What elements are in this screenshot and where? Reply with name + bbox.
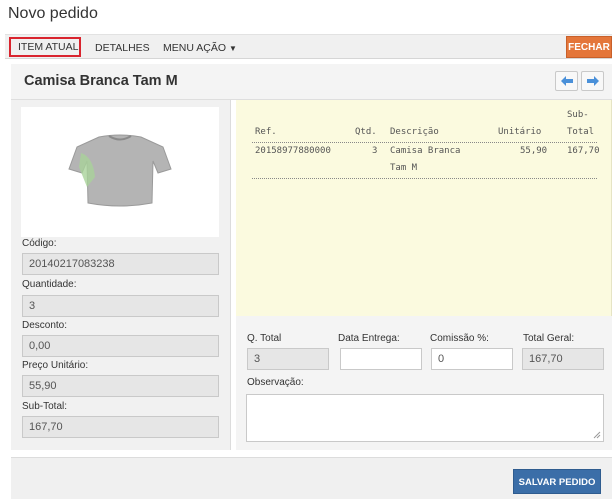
comissao-label: Comissão %: [430,333,489,344]
product-title: Camisa Branca Tam M [24,73,178,89]
codigo-label: Código: [22,238,57,249]
row-subtotal: 167,70 [567,146,600,156]
preco-unitario-label: Preço Unitário: [22,360,89,371]
row-descricao-line2: Tam M [390,163,418,173]
row-unitario: 55,90 [520,146,548,156]
totals-area: Q. Total 3 Data Entrega: Comissão %: 0 T… [236,316,612,450]
tab-detalhes[interactable]: DETALHES [95,38,150,58]
tab-menu-acao[interactable]: MENU AÇÃO ▼ [163,38,237,58]
footer-bar: SALVAR PEDIDO [11,457,612,499]
item-details-panel: Código: 20140217083238 Quantidade: 3 Des… [11,100,231,450]
codigo-field: 20140217083238 [22,253,219,275]
observacao-label: Observação: [247,377,304,388]
subtotal-field: 167,70 [22,416,219,438]
header-unitario: Unitário [498,127,542,137]
data-entrega-field[interactable] [340,348,422,370]
row-qtd: 3 [372,146,378,156]
header-divider [252,142,597,143]
header-descricao: Descrição [390,127,439,137]
qtotal-label: Q. Total [247,333,282,344]
preco-unitario-field[interactable]: 55,90 [22,375,219,397]
comissao-field[interactable]: 0 [431,348,513,370]
toolbar: ITEM ATUAL DETALHES MENU AÇÃO ▼ FECHAR [5,34,612,59]
row-descricao-line1: Camisa Branca [390,146,461,156]
header-qtd: Qtd. [355,127,377,137]
total-geral-field: 167,70 [522,348,604,370]
order-panel: Sub- Ref. Qtd. Descrição Unitário Total … [236,100,612,450]
arrow-right-icon [586,76,599,86]
tab-menu-acao-label: MENU AÇÃO [163,42,227,54]
desconto-field[interactable]: 0,00 [22,335,219,357]
fechar-button[interactable]: FECHAR [566,36,612,58]
arrow-left-icon [560,76,573,86]
total-geral-label: Total Geral: [523,333,575,344]
product-image [21,107,219,237]
row-divider [252,178,597,179]
t-shirt-image [68,134,172,207]
product-header: Camisa Branca Tam M [11,64,612,100]
desconto-label: Desconto: [22,320,68,331]
observacao-textarea[interactable] [246,394,604,442]
page-title: Novo pedido [8,5,98,22]
previous-item-button[interactable] [555,71,578,91]
subtotal-label: Sub-Total: [22,401,68,412]
qtotal-field: 3 [247,348,329,370]
resize-handle-icon[interactable] [593,431,601,439]
header-subtotal-line2: Total [567,127,595,137]
header-subtotal-line1: Sub- [567,110,589,120]
row-ref: 20158977880000 [255,146,331,156]
quantidade-label: Quantidade: [22,279,77,290]
data-entrega-label: Data Entrega: [338,333,400,344]
next-item-button[interactable] [581,71,604,91]
caret-down-icon: ▼ [229,44,237,53]
salvar-pedido-button[interactable]: SALVAR PEDIDO [513,469,601,494]
items-area: Sub- Ref. Qtd. Descrição Unitário Total … [236,100,612,316]
quantidade-field[interactable]: 3 [22,295,219,317]
header-ref: Ref. [255,127,277,137]
tab-item-atual[interactable]: ITEM ATUAL [9,37,81,57]
